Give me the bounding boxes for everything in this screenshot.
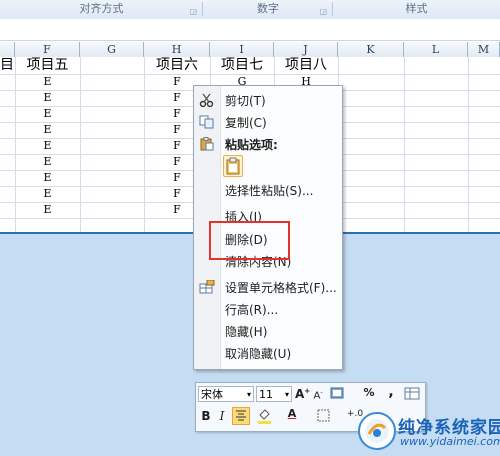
- menu-item-row-height[interactable]: 行高(R)...: [194, 299, 342, 319]
- ribbon-group-alignment: 对齐方式 ◲: [0, 0, 203, 19]
- cell-f[interactable]: E: [15, 202, 80, 218]
- clipboard-icon: [199, 137, 215, 151]
- cell-header-partial[interactable]: 目: [0, 57, 14, 73]
- menu-item-unhide[interactable]: 取消隐藏(U): [194, 343, 342, 363]
- comma-button[interactable]: ,: [386, 384, 396, 400]
- ribbon-group-styles: 样式: [333, 0, 500, 19]
- align-center-icon: [236, 410, 246, 421]
- dialog-launcher-icon[interactable]: ◲: [189, 3, 197, 20]
- menu-item-paste-options: 粘贴选项:: [194, 134, 342, 154]
- column-header-l[interactable]: L: [404, 42, 468, 57]
- ribbon-group-number-label: 数字: [257, 2, 279, 15]
- annotation-highlight-box: [209, 221, 290, 260]
- dialog-launcher-icon[interactable]: ◲: [319, 3, 327, 20]
- font-name-value: 宋体: [201, 388, 223, 401]
- ribbon-group-bar: 对齐方式 ◲ 数字 ◲ 样式: [0, 0, 500, 20]
- ribbon-group-alignment-label: 对齐方式: [79, 2, 124, 15]
- cell-f[interactable]: E: [15, 74, 80, 90]
- menu-item-paste-special-label: 选择性粘贴(S)...: [225, 184, 314, 198]
- cell-f[interactable]: E: [15, 154, 80, 170]
- formula-bar-area: [0, 19, 500, 41]
- menu-item-paste-options-label: 粘贴选项:: [225, 138, 278, 152]
- font-name-select[interactable]: 宋体 ▾: [198, 386, 254, 402]
- cell-header-f[interactable]: 项目五: [15, 57, 80, 73]
- menu-item-cut[interactable]: 剪切(T): [194, 90, 342, 110]
- column-header-j[interactable]: J: [274, 42, 338, 57]
- font-color-icon[interactable]: A: [284, 407, 300, 420]
- cell-f[interactable]: E: [15, 170, 80, 186]
- cell-f[interactable]: E: [15, 90, 80, 106]
- menu-item-format-cells[interactable]: 设置单元格格式(F)...: [194, 277, 342, 297]
- ribbon-group-number: 数字 ◲: [203, 0, 333, 19]
- clipboard-icon: [226, 157, 240, 175]
- column-header-h[interactable]: H: [144, 42, 210, 57]
- italic-button[interactable]: I: [216, 409, 228, 423]
- font-size-select[interactable]: 11 ▾: [256, 386, 292, 402]
- scissors-icon: [199, 93, 215, 108]
- chevron-down-icon: ▾: [246, 390, 251, 399]
- menu-item-unhide-label: 取消隐藏(U): [225, 347, 292, 361]
- column-header-m[interactable]: M: [468, 42, 500, 57]
- column-header-partial[interactable]: [0, 42, 15, 57]
- accounting-format-icon[interactable]: [329, 387, 347, 403]
- column-header-g[interactable]: G: [80, 42, 144, 57]
- column-header-k[interactable]: K: [338, 42, 404, 57]
- cell-f[interactable]: E: [15, 122, 80, 138]
- chevron-down-icon: ▾: [284, 390, 289, 399]
- menu-item-hide-label: 隐藏(H): [225, 325, 268, 339]
- menu-item-row-height-label: 行高(R)...: [225, 303, 279, 317]
- center-align-button[interactable]: [232, 407, 250, 425]
- cell-f[interactable]: E: [15, 186, 80, 202]
- menu-item-copy-label: 复制(C): [225, 116, 267, 130]
- font-size-value: 11: [259, 388, 273, 401]
- ribbon-group-styles-label: 样式: [405, 2, 428, 15]
- watermark: 纯净系统家园 www.yidaimei.com: [358, 410, 500, 454]
- menu-item-copy[interactable]: 复制(C): [194, 112, 342, 132]
- shrink-font-icon[interactable]: A-: [312, 389, 324, 401]
- column-header-i[interactable]: I: [210, 42, 274, 57]
- cell-f[interactable]: E: [15, 106, 80, 122]
- grow-font-icon[interactable]: A+: [295, 387, 310, 401]
- column-header-f[interactable]: F: [15, 42, 80, 57]
- cell-header-i[interactable]: 项目七: [210, 57, 274, 73]
- watermark-url: www.yidaimei.com: [400, 435, 500, 448]
- percent-button[interactable]: %: [362, 386, 376, 399]
- menu-item-paste-special[interactable]: 选择性粘贴(S)...: [194, 180, 342, 200]
- borders-icon[interactable]: [316, 409, 330, 425]
- cell-header-h[interactable]: 项目六: [144, 57, 210, 73]
- watermark-logo-icon: [358, 412, 396, 450]
- menu-item-format-cells-label: 设置单元格格式(F)...: [225, 281, 337, 295]
- format-cells-icon: [199, 279, 215, 294]
- menu-item-hide[interactable]: 隐藏(H): [194, 321, 342, 341]
- format-painter-icon[interactable]: [404, 387, 420, 403]
- column-header-bar: F G H I J K L M: [0, 42, 500, 58]
- cell-f[interactable]: E: [15, 138, 80, 154]
- fill-color-icon[interactable]: [256, 408, 274, 427]
- bold-button[interactable]: B: [200, 409, 212, 423]
- copy-icon: [199, 115, 215, 129]
- paste-option-button[interactable]: [223, 155, 243, 177]
- cell-header-j[interactable]: 项目八: [274, 57, 338, 73]
- menu-item-cut-label: 剪切(T): [225, 94, 266, 108]
